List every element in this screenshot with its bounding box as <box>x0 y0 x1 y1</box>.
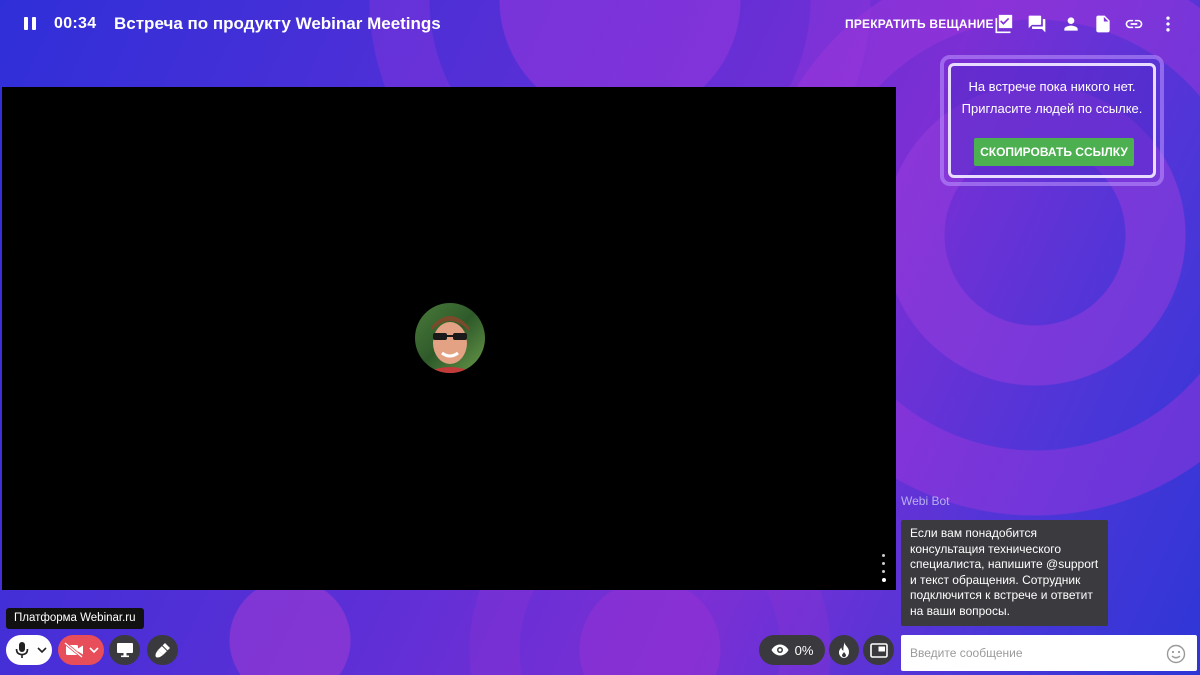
reactions-button[interactable] <box>829 635 859 665</box>
picture-in-picture-icon <box>869 642 888 658</box>
screen-share-button[interactable] <box>109 635 140 665</box>
more-vertical-icon[interactable] <box>1158 14 1178 34</box>
fire-icon <box>839 642 849 658</box>
eye-icon <box>771 644 789 656</box>
platform-tooltip: Платформа Webinar.ru <box>6 608 144 629</box>
meeting-title: Встреча по продукту Webinar Meetings <box>114 14 441 33</box>
bot-message: Если вам понадобится консультация технич… <box>901 520 1108 626</box>
invite-panel: На встрече пока никого нет. Пригласите л… <box>940 55 1164 186</box>
avatar <box>415 303 485 373</box>
chevron-down-icon <box>89 647 99 654</box>
bot-name: Webi Bot <box>901 494 950 508</box>
camera-button[interactable] <box>58 635 104 665</box>
viewers-percent: 0% <box>794 642 814 658</box>
invite-empty-text: На встрече пока никого нет. <box>968 79 1136 94</box>
chevron-down-icon <box>37 647 47 654</box>
broadcast-timer: 00:34 <box>54 15 97 32</box>
microphone-icon <box>15 642 29 658</box>
checklist-icon[interactable] <box>993 14 1013 34</box>
link-icon[interactable] <box>1124 14 1144 34</box>
copy-link-button[interactable]: СКОПИРОВАТЬ ССЫЛКУ <box>974 138 1134 166</box>
picture-in-picture-button[interactable] <box>863 635 894 665</box>
invite-card: На встрече пока никого нет. Пригласите л… <box>948 63 1156 178</box>
brush-icon <box>155 643 170 658</box>
microphone-button[interactable] <box>6 635 52 665</box>
top-bar: 00:34 Встреча по продукту Webinar Meetin… <box>0 0 1200 48</box>
video-stage <box>2 87 896 590</box>
video-options-icon[interactable] <box>882 554 886 582</box>
invite-hint-text: Пригласите людей по ссылке. <box>961 101 1143 116</box>
emoji-icon[interactable] <box>1166 644 1186 664</box>
document-icon[interactable] <box>1093 14 1113 34</box>
drawing-tool-button[interactable] <box>147 635 178 665</box>
chat-icon[interactable] <box>1027 14 1047 34</box>
camera-off-icon <box>64 641 83 659</box>
viewers-indicator[interactable]: 0% <box>759 635 825 665</box>
stop-broadcast-button[interactable]: ПРЕКРАТИТЬ ВЕЩАНИЕ <box>845 17 994 31</box>
participant-icon[interactable] <box>1061 14 1081 34</box>
monitor-icon <box>116 643 133 658</box>
pause-icon[interactable] <box>24 17 38 31</box>
chat-message-input[interactable] <box>901 635 1197 671</box>
